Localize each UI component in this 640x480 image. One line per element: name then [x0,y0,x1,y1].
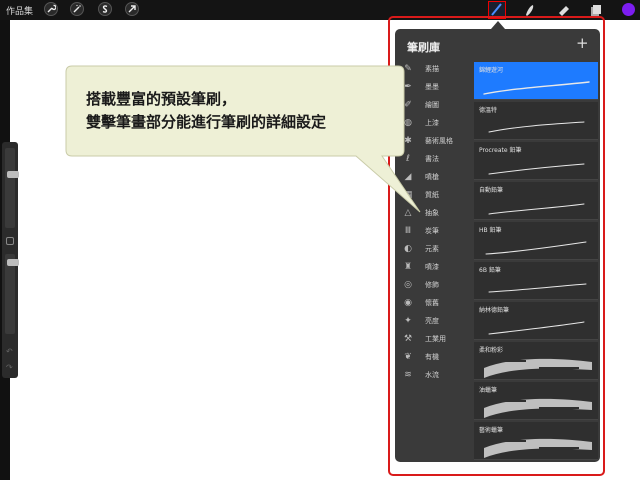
callout-text: 搭載豐富的預設筆刷， 雙擊筆畫部分能進行筆刷的詳細設定 [86,88,326,134]
left-sidebar: ↶ ↷ [2,142,19,378]
transform-arrow-icon[interactable] [125,2,139,16]
opacity-slider[interactable] [5,254,19,334]
selection-icon[interactable] [98,2,112,16]
highlight-box [388,16,605,476]
callout-line-1: 搭載豐富的預設筆刷， [86,90,237,108]
magic-wand-icon[interactable] [70,2,84,16]
modify-button[interactable] [6,237,14,245]
brush-size-slider[interactable] [5,148,19,228]
undo-icon[interactable]: ↶ [6,348,14,356]
opacity-thumb[interactable] [7,259,19,266]
redo-icon[interactable]: ↷ [6,364,14,372]
color-picker-button[interactable] [622,3,635,16]
brush-size-thumb[interactable] [7,171,19,178]
wrench-icon[interactable] [44,2,58,16]
gallery-button[interactable]: 作品集 [6,4,33,17]
callout-line-2: 雙擊筆畫部分能進行筆刷的詳細設定 [86,113,327,131]
